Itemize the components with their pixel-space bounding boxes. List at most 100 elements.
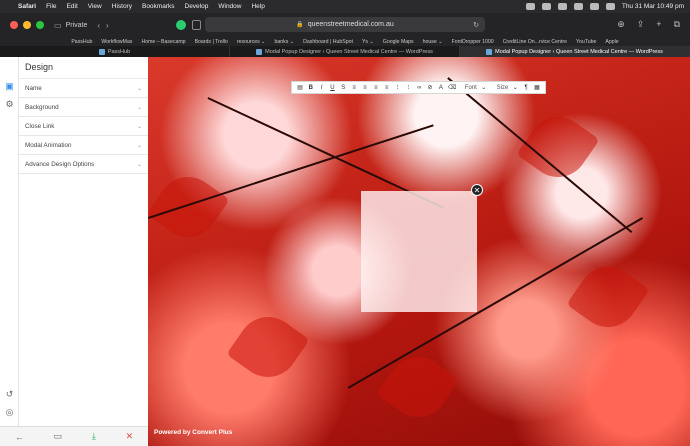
menu-edit[interactable]: Edit [67, 3, 78, 10]
gear-icon[interactable]: ⚙ [4, 99, 15, 110]
new-tab-icon[interactable]: + [656, 19, 661, 30]
font-select[interactable]: Font [465, 85, 477, 91]
close-icon[interactable]: ✕ [126, 431, 134, 442]
section-label: Advance Design Options [25, 160, 95, 168]
address-bar[interactable]: 🔒 queenstreetmedical.com.au ↻ [205, 17, 485, 32]
section-background[interactable]: Background ⌄ [19, 98, 148, 117]
extension-icon[interactable] [176, 20, 186, 30]
zoom-window-button[interactable] [36, 21, 44, 29]
history-icon[interactable]: ↺ [4, 389, 15, 400]
favorites-bar: PassHub WorkflowMax Home – Basecamp Boar… [0, 37, 690, 46]
menu-file[interactable]: File [46, 3, 56, 10]
favorite-item[interactable]: YouTube [576, 39, 596, 45]
preview-icon[interactable]: ▭ [54, 431, 63, 442]
chevron-down-icon: ⌄ [136, 161, 142, 168]
menubar-status: Thu 31 Mar 10:49 pm [525, 0, 684, 13]
chevron-down-icon: ⌄ [136, 85, 142, 92]
reload-icon[interactable]: ↻ [473, 21, 479, 29]
maple-leaf [148, 165, 230, 249]
tab-label: Modal Popup Designer ‹ Queen Street Medi… [495, 48, 663, 55]
status-icon[interactable] [557, 3, 567, 10]
sidebar-toggle-icon[interactable]: ▭ [54, 21, 62, 30]
clock[interactable]: Thu 31 Mar 10:49 pm [622, 3, 684, 10]
favorite-item[interactable]: Boards | Trello [195, 39, 228, 45]
align-center-icon[interactable]: ≡ [361, 85, 369, 91]
favorite-item[interactable]: house ⌄ [423, 39, 443, 45]
favorite-item[interactable]: Ys ⌄ [362, 39, 374, 45]
menubar: Safari File Edit View History Bookmarks … [0, 0, 690, 13]
align-justify-icon[interactable]: ≡ [383, 85, 391, 91]
private-label: Private [65, 21, 88, 29]
section-advance-design-options[interactable]: Advance Design Options ⌄ [19, 155, 148, 174]
status-icon[interactable] [541, 3, 551, 10]
favorite-item[interactable]: WorkflowMax [101, 39, 132, 45]
window-controls [10, 21, 44, 29]
link-icon[interactable]: ∞ [415, 85, 423, 91]
share-icon[interactable]: ⇪ [637, 19, 645, 30]
menu-app[interactable]: Safari [18, 3, 36, 10]
menu-history[interactable]: History [112, 3, 132, 10]
lock-icon: 🔒 [296, 22, 304, 28]
tab-overview-icon[interactable]: ⧉ [674, 19, 680, 30]
favorite-item[interactable]: resources ⌄ [237, 39, 266, 45]
modal-close-button[interactable]: ✕ [471, 184, 483, 196]
menu-bookmarks[interactable]: Bookmarks [142, 3, 175, 10]
menu-help[interactable]: Help [251, 3, 264, 10]
section-modal-animation[interactable]: Modal Animation ⌄ [19, 136, 148, 155]
section-close-link[interactable]: Close Link ⌄ [19, 117, 148, 136]
unlink-icon[interactable]: ⊘ [426, 84, 434, 91]
underline-icon[interactable]: U [329, 85, 337, 91]
download-icon[interactable]: ⤓ [92, 431, 96, 442]
menu-develop[interactable]: Develop [185, 3, 209, 10]
image-icon[interactable]: ▣ [4, 81, 15, 92]
align-right-icon[interactable]: ≡ [372, 85, 380, 91]
tab-label: PassHub [107, 48, 131, 55]
paragraph-icon[interactable]: ¶ [522, 85, 530, 91]
favorite-item[interactable]: CreditLine On...rvice Centre [503, 39, 567, 45]
forward-icon[interactable]: › [106, 21, 109, 30]
italic-icon[interactable]: I [318, 85, 326, 91]
tab-bar: PassHub Modal Popup Designer ‹ Queen Str… [0, 46, 690, 57]
text-color-icon[interactable]: A [437, 85, 445, 91]
favicon-icon [486, 48, 493, 55]
list-ordered-icon[interactable]: ⁝ [394, 84, 402, 91]
image-icon[interactable]: ▦ [533, 84, 541, 91]
clear-format-icon[interactable]: ⌫ [448, 84, 456, 91]
tab-modal-designer[interactable]: Modal Popup Designer ‹ Queen Street Medi… [230, 46, 460, 57]
download-icon[interactable]: ⊕ [617, 19, 625, 30]
menu-view[interactable]: View [88, 3, 102, 10]
back-arrow-icon[interactable]: ← [15, 432, 24, 442]
list-bullet-icon[interactable]: ⁝ [404, 84, 412, 91]
minimize-window-button[interactable] [23, 21, 31, 29]
modal-popup-preview[interactable] [361, 191, 477, 312]
favorite-item[interactable]: Google Maps [383, 39, 414, 45]
favorite-item[interactable]: PassHub [71, 39, 92, 45]
favorite-item[interactable]: Home – Basecamp [141, 39, 185, 45]
align-left-icon[interactable]: ≡ [350, 85, 358, 91]
status-icon[interactable] [525, 3, 535, 10]
maple-leaf [226, 305, 310, 389]
chevron-down-icon: ⌄ [481, 85, 487, 91]
battery-icon[interactable] [573, 3, 583, 10]
size-select[interactable]: Size [497, 85, 509, 91]
tab-passhub[interactable]: PassHub [0, 46, 230, 57]
format-icon[interactable]: ▤ [296, 84, 304, 91]
section-name[interactable]: Name ⌄ [19, 79, 148, 98]
favorite-item[interactable]: FontDropper 1000 [452, 39, 494, 45]
wifi-icon[interactable] [589, 3, 599, 10]
favorite-item[interactable]: Dashboard | HubSpot [303, 39, 353, 45]
strikethrough-icon[interactable]: S [339, 85, 347, 91]
tab-label: Modal Popup Designer ‹ Queen Street Medi… [265, 48, 433, 55]
favorite-item[interactable]: banks ⌄ [275, 39, 295, 45]
back-icon[interactable]: ‹ [97, 21, 100, 30]
menu-window[interactable]: Window [218, 3, 241, 10]
tab-modal-designer-active[interactable]: Modal Popup Designer ‹ Queen Street Medi… [460, 46, 690, 57]
favorite-item[interactable]: Apple [605, 39, 618, 45]
search-icon[interactable] [605, 3, 615, 10]
bold-icon[interactable]: B [307, 85, 315, 91]
globe-icon[interactable]: ◎ [4, 407, 15, 418]
close-window-button[interactable] [10, 21, 18, 29]
privacy-shield-icon[interactable] [192, 20, 201, 30]
panel-title: Design [19, 57, 148, 79]
url-text: queenstreetmedical.com.au [307, 21, 394, 28]
